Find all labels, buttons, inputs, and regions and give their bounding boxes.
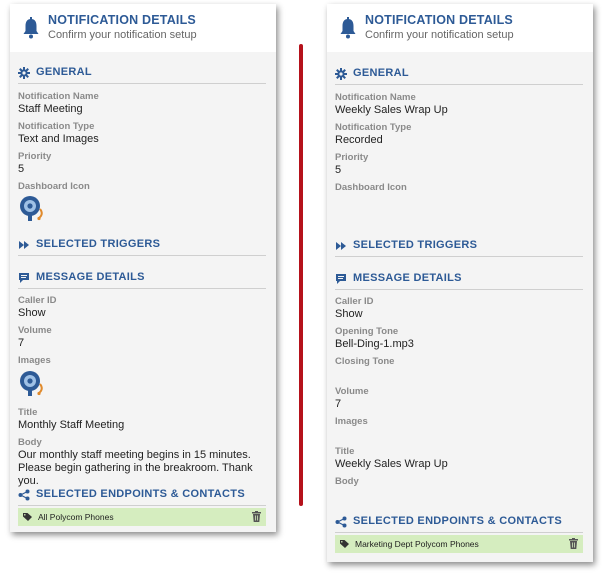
volume-label: Volume bbox=[335, 386, 369, 397]
section-endpoints-contacts: SELECTED ENDPOINTS & CONTACTS bbox=[18, 487, 266, 506]
bell-icon bbox=[23, 17, 39, 39]
page-subtitle: Confirm your notification setup bbox=[365, 29, 514, 41]
chat-icon bbox=[19, 273, 29, 283]
tag-icon bbox=[23, 513, 32, 521]
section-selected-triggers[interactable]: SELECTED TRIGGERS bbox=[335, 238, 583, 257]
notification-details-panel-staff-meeting: NOTIFICATION DETAILS Confirm your notifi… bbox=[10, 4, 276, 532]
volume-value: 7 bbox=[18, 337, 25, 349]
section-general: GENERAL bbox=[335, 66, 583, 85]
title-label: Title bbox=[18, 407, 38, 418]
page-title: NOTIFICATION DETAILS bbox=[365, 13, 513, 27]
priority-label: Priority bbox=[18, 151, 52, 162]
closing-tone-label: Closing Tone bbox=[335, 356, 395, 367]
body-label: Body bbox=[18, 437, 42, 448]
page-title: NOTIFICATION DETAILS bbox=[48, 13, 196, 27]
chat-icon bbox=[336, 274, 346, 284]
gear-icon bbox=[335, 68, 347, 80]
body-label: Body bbox=[335, 476, 359, 487]
section-endpoints-contacts: SELECTED ENDPOINTS & CONTACTS bbox=[335, 514, 583, 533]
notification-name-label: Notification Name bbox=[335, 92, 416, 103]
priority-value: 5 bbox=[335, 164, 342, 176]
page-subtitle: Confirm your notification setup bbox=[48, 29, 197, 41]
section-selected-triggers[interactable]: SELECTED TRIGGERS bbox=[18, 237, 266, 256]
endpoint-name: All Polycom Phones bbox=[38, 512, 114, 522]
dashboard-icon-label: Dashboard Icon bbox=[18, 181, 90, 192]
section-general: GENERAL bbox=[18, 65, 266, 84]
section-general-label: GENERAL bbox=[353, 67, 409, 79]
section-triggers-label: SELECTED TRIGGERS bbox=[353, 239, 478, 251]
volume-value: 7 bbox=[335, 398, 342, 410]
alarm-bell-icon bbox=[20, 196, 43, 221]
notification-name-value: Weekly Sales Wrap Up bbox=[335, 104, 448, 116]
double-chevron-icon bbox=[19, 241, 29, 249]
section-general-label: GENERAL bbox=[36, 66, 92, 78]
notification-type-value: Text and Images bbox=[18, 133, 99, 145]
section-triggers-label: SELECTED TRIGGERS bbox=[36, 238, 161, 250]
caller-id-label: Caller ID bbox=[18, 295, 57, 306]
trash-icon[interactable] bbox=[252, 511, 261, 522]
share-icon bbox=[18, 489, 30, 501]
title-label: Title bbox=[335, 446, 355, 457]
caller-id-value: Show bbox=[335, 308, 363, 320]
panel-header: NOTIFICATION DETAILS Confirm your notifi… bbox=[327, 4, 593, 52]
section-message-details: MESSAGE DETAILS bbox=[335, 271, 583, 290]
notification-name-value: Staff Meeting bbox=[18, 103, 83, 115]
opening-tone-label: Opening Tone bbox=[335, 326, 399, 337]
endpoint-item[interactable]: Marketing Dept Polycom Phones bbox=[335, 535, 583, 553]
images-label: Images bbox=[335, 416, 368, 427]
endpoint-item[interactable]: All Polycom Phones bbox=[18, 508, 266, 526]
notification-details-panel-sales-wrap-up: NOTIFICATION DETAILS Confirm your notifi… bbox=[327, 4, 593, 562]
share-icon bbox=[335, 516, 347, 528]
section-message-details: MESSAGE DETAILS bbox=[18, 270, 266, 289]
tag-icon bbox=[340, 540, 349, 548]
priority-label: Priority bbox=[335, 152, 369, 163]
comparison-divider bbox=[299, 44, 303, 506]
section-message-label: MESSAGE DETAILS bbox=[36, 271, 145, 283]
dashboard-icon-label: Dashboard Icon bbox=[335, 182, 407, 193]
images-label: Images bbox=[18, 355, 51, 366]
endpoint-name: Marketing Dept Polycom Phones bbox=[355, 539, 479, 549]
alarm-bell-icon bbox=[20, 371, 43, 396]
double-chevron-icon bbox=[336, 242, 346, 250]
caller-id-label: Caller ID bbox=[335, 296, 374, 307]
opening-tone-value: Bell-Ding-1.mp3 bbox=[335, 338, 414, 350]
volume-label: Volume bbox=[18, 325, 52, 336]
section-endpoints-label: SELECTED ENDPOINTS & CONTACTS bbox=[36, 488, 245, 500]
section-endpoints-label: SELECTED ENDPOINTS & CONTACTS bbox=[353, 515, 562, 527]
section-message-label: MESSAGE DETAILS bbox=[353, 272, 462, 284]
bell-icon bbox=[340, 17, 356, 39]
panel-header: NOTIFICATION DETAILS Confirm your notifi… bbox=[10, 4, 276, 52]
notification-type-value: Recorded bbox=[335, 134, 383, 146]
body-value: Our monthly staff meeting begins in 15 m… bbox=[18, 449, 253, 487]
caller-id-value: Show bbox=[18, 307, 46, 319]
notification-type-label: Notification Type bbox=[18, 121, 95, 132]
gear-icon bbox=[18, 67, 30, 79]
notification-type-label: Notification Type bbox=[335, 122, 412, 133]
title-value: Weekly Sales Wrap Up bbox=[335, 458, 448, 470]
priority-value: 5 bbox=[18, 163, 25, 175]
notification-name-label: Notification Name bbox=[18, 91, 99, 102]
title-value: Monthly Staff Meeting bbox=[18, 419, 125, 431]
trash-icon[interactable] bbox=[569, 538, 578, 549]
